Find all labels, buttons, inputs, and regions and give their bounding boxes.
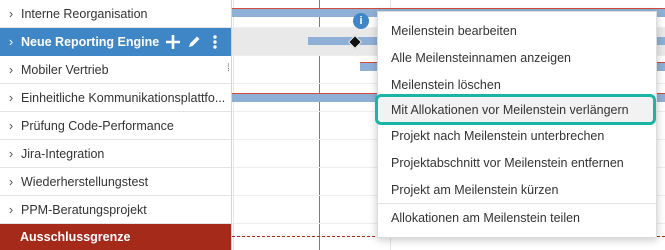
project-name: Wiederherstellungstest	[21, 174, 149, 189]
chevron-right-icon[interactable]: ›	[0, 202, 21, 217]
project-row-ppm-beratungsprojekt[interactable]: › PPM-Beratungsprojekt	[0, 196, 231, 224]
milestone-context-menu: Meilenstein bearbeiten Alle Meilensteinn…	[375, 11, 657, 238]
project-row-wiederherstellungstest[interactable]: › Wiederherstellungstest	[0, 168, 231, 196]
menu-item-shorten-project-at-milestone[interactable]: Projekt am Meilenstein kürzen	[378, 176, 656, 203]
menu-item-edit-milestone[interactable]: Meilenstein bearbeiten	[378, 17, 656, 44]
menu-item-extend-with-allocations[interactable]: Mit Allokationen vor Meilenstein verläng…	[375, 94, 656, 125]
menu-item-pause-project-after-milestone[interactable]: Projekt nach Meilenstein unterbrechen	[378, 122, 656, 149]
chevron-right-icon[interactable]: ›	[0, 146, 21, 161]
milestone-info-icon[interactable]: i	[353, 13, 369, 29]
chevron-right-icon[interactable]: ›	[0, 34, 21, 49]
project-row-mobiler-vertrieb[interactable]: › Mobiler Vertrieb	[0, 56, 231, 84]
chevron-right-icon[interactable]: ›	[0, 62, 21, 77]
menu-item-remove-section-before-milestone[interactable]: Projektabschnitt vor Meilenstein entfern…	[378, 149, 656, 176]
project-row-pruefung-code-performance[interactable]: › Prüfung Code-Performance	[0, 112, 231, 140]
cutoff-label: Ausschlussgrenze	[20, 229, 131, 244]
project-row-neue-reporting-engine[interactable]: › Neue Reporting Engine	[0, 28, 231, 56]
project-row-kommunikationsplattform[interactable]: › Einheitliche Kommunikationsplattfo...	[0, 84, 231, 112]
project-row-jira-integration[interactable]: › Jira-Integration	[0, 140, 231, 168]
cutoff-row: Ausschlussgrenze	[0, 224, 231, 250]
planning-view: › Interne Reorganisation › Neue Reportin…	[0, 0, 665, 250]
chevron-right-icon[interactable]: ›	[0, 90, 21, 105]
project-name: Interne Reorganisation	[21, 6, 148, 21]
project-name: Neue Reporting Engine	[21, 34, 160, 49]
project-name: Mobiler Vertrieb	[21, 62, 109, 77]
menu-item-split-allocations-at-milestone[interactable]: Allokationen am Meilenstein teilen	[378, 204, 656, 231]
chevron-right-icon[interactable]: ›	[0, 174, 21, 189]
chevron-right-icon[interactable]: ›	[0, 6, 21, 21]
more-icon[interactable]	[207, 34, 223, 50]
project-row-interne-reorganisation[interactable]: › Interne Reorganisation	[0, 0, 231, 28]
splitter-handle[interactable]: ⁞	[227, 63, 231, 75]
project-name: Prüfung Code-Performance	[21, 118, 174, 133]
project-list: › Interne Reorganisation › Neue Reportin…	[0, 0, 232, 250]
edit-icon[interactable]	[186, 34, 202, 50]
row-actions	[165, 34, 231, 50]
add-icon[interactable]	[165, 34, 181, 50]
chevron-right-icon[interactable]: ›	[0, 118, 21, 133]
project-name: Einheitliche Kommunikationsplattfo...	[21, 90, 226, 105]
project-name: Jira-Integration	[21, 146, 105, 161]
menu-item-show-all-milestone-names[interactable]: Alle Meilensteinnamen anzeigen	[378, 44, 656, 71]
project-name: PPM-Beratungsprojekt	[21, 202, 147, 217]
